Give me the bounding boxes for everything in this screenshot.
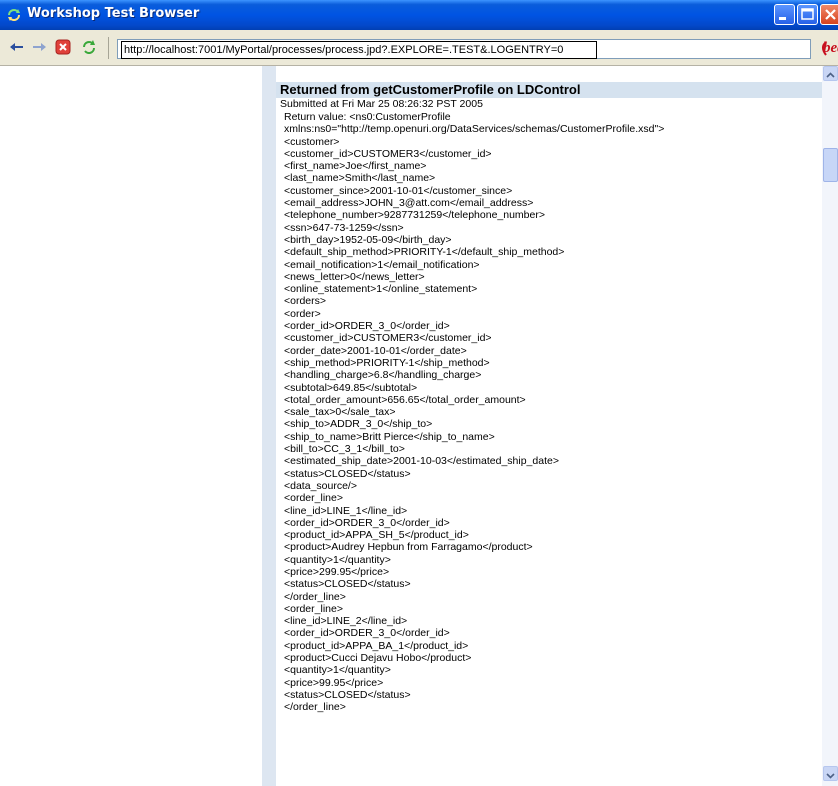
minimize-icon (779, 17, 786, 20)
code-line: <estimated_ship_date>2001-10-03</estimat… (284, 455, 559, 468)
code-line: <product>Cucci Dejavu Hobo</product> (284, 652, 472, 665)
scroll-up-arrow-icon (826, 72, 835, 78)
code-line: <subtotal>649.85</subtotal> (284, 381, 418, 394)
code-line: <orders> (284, 295, 327, 308)
code-line: <status>CLOSED</status> (284, 467, 411, 480)
refresh-arrows-icon (8, 9, 20, 21)
code-line: <status>CLOSED</status> (284, 578, 411, 591)
code-line: <order_line> (284, 492, 343, 505)
maximize-icon (801, 8, 814, 20)
minimize-button[interactable] (774, 4, 795, 25)
scroll-thumb[interactable] (823, 148, 838, 182)
forward-arrow-icon[interactable] (30, 38, 48, 56)
code-line: <email_notification>1</email_notificatio… (284, 258, 480, 271)
code-line: <order_id>ORDER_3_0</order_id> (284, 627, 450, 640)
code-line: <ssn>647-73-1259</ssn> (284, 221, 404, 234)
code-line: <product_id>APPA_SH_5</product_id> (284, 529, 469, 542)
maximize-button[interactable] (797, 4, 818, 25)
code-line: <status>CLOSED</status> (284, 688, 411, 701)
bea-logo: bea (814, 37, 838, 61)
code-line: <product>Audrey Hepbun from Farragamo</p… (284, 541, 533, 554)
code-line: <news_letter>0</news_letter> (284, 270, 425, 283)
code-line: <ship_method>PRIORITY-1</ship_method> (284, 356, 490, 369)
window-title: Workshop Test Browser (27, 6, 200, 21)
code-line: <online_statement>1</online_statement> (284, 283, 478, 296)
refresh-icon[interactable] (80, 38, 98, 56)
code-line: <customer_since>2001-10-01</customer_sin… (284, 184, 513, 197)
bea-logo-text: bea (823, 40, 838, 56)
scroll-up-button[interactable] (823, 66, 838, 81)
code-line: <order_id>ORDER_3_0</order_id> (284, 516, 450, 529)
result-title: Returned from getCustomerProfile on LDCo… (280, 82, 581, 97)
code-line: <quantity>1</quantity> (284, 664, 391, 677)
scroll-down-button[interactable] (823, 766, 838, 781)
code-line: <price>99.95</price> (284, 676, 384, 689)
pane-divider (262, 66, 276, 786)
code-line: <quantity>1</quantity> (284, 553, 391, 566)
code-line: <default_ship_method>PRIORITY-1</default… (284, 246, 565, 259)
url-input[interactable] (121, 41, 597, 59)
code-line: <data_source/> (284, 479, 357, 492)
browser-content: Returned from getCustomerProfile on LDCo… (0, 66, 838, 786)
code-line: <line_id>LINE_1</line_id> (284, 504, 408, 517)
toolbar-separator (108, 37, 109, 59)
code-line: <first_name>Joe</first_name> (284, 160, 427, 173)
back-arrow-icon[interactable] (8, 38, 26, 56)
result-header: Returned from getCustomerProfile on LDCo… (276, 82, 822, 98)
code-line: <telephone_number>9287731259</telephone_… (284, 209, 545, 222)
stop-icon[interactable] (54, 38, 72, 56)
navigation-bar: bea (0, 30, 838, 66)
code-line: <order_id>ORDER_3_0</order_id> (284, 320, 450, 333)
code-line: <order_date>2001-10-01</order_date> (284, 344, 467, 357)
left-pane (0, 66, 262, 786)
close-icon (825, 9, 836, 20)
code-line: <bill_to>CC_3_1</bill_to> (284, 443, 405, 456)
code-line: <email_address>JOHN_3@att.com</email_add… (284, 197, 534, 210)
code-line: <price>299.95</price> (284, 565, 390, 578)
code-line: <sale_tax>0</sale_tax> (284, 406, 396, 419)
code-line: </order_line> (284, 590, 346, 603)
close-button[interactable] (820, 4, 838, 25)
vertical-scrollbar[interactable] (822, 66, 838, 786)
code-line: </order_line> (284, 701, 346, 714)
code-line: <ship_to>ADDR_3_0</ship_to> (284, 418, 433, 431)
code-line: <line_id>LINE_2</line_id> (284, 615, 408, 628)
code-line: <birth_day>1952-05-09</birth_day> (284, 233, 452, 246)
code-line: <customer_id>CUSTOMER3</customer_id> (284, 147, 492, 160)
code-line: <total_order_amount>656.65</total_order_… (284, 393, 526, 406)
code-line: <product_id>APPA_BA_1</product_id> (284, 639, 469, 652)
code-line: <last_name>Smith</last_name> (284, 172, 436, 185)
code-line: <order> (284, 307, 321, 320)
code-line: <order_line> (284, 602, 343, 615)
address-bar[interactable] (117, 39, 811, 59)
result-pane: Returned from getCustomerProfile on LDCo… (276, 66, 822, 786)
window-title-bar[interactable]: Workshop Test Browser (0, 0, 838, 30)
code-line: <customer> (284, 135, 340, 148)
submitted-timestamp: Submitted at Fri Mar 25 08:26:32 PST 200… (280, 98, 483, 110)
code-line: xmlns:ns0="http://temp.openuri.org/DataS… (284, 123, 665, 136)
code-line: <customer_id>CUSTOMER3</customer_id> (284, 332, 492, 345)
return-value-lines: Return value: <ns0:CustomerProfile xmlns:… (284, 111, 820, 714)
code-line: <handling_charge>6.8</handling_charge> (284, 369, 482, 382)
code-line: Return value: <ns0:CustomerProfile (284, 111, 451, 123)
code-line: <ship_to_name>Britt Pierce</ship_to_name… (284, 430, 495, 443)
scroll-down-arrow-icon (826, 773, 835, 779)
